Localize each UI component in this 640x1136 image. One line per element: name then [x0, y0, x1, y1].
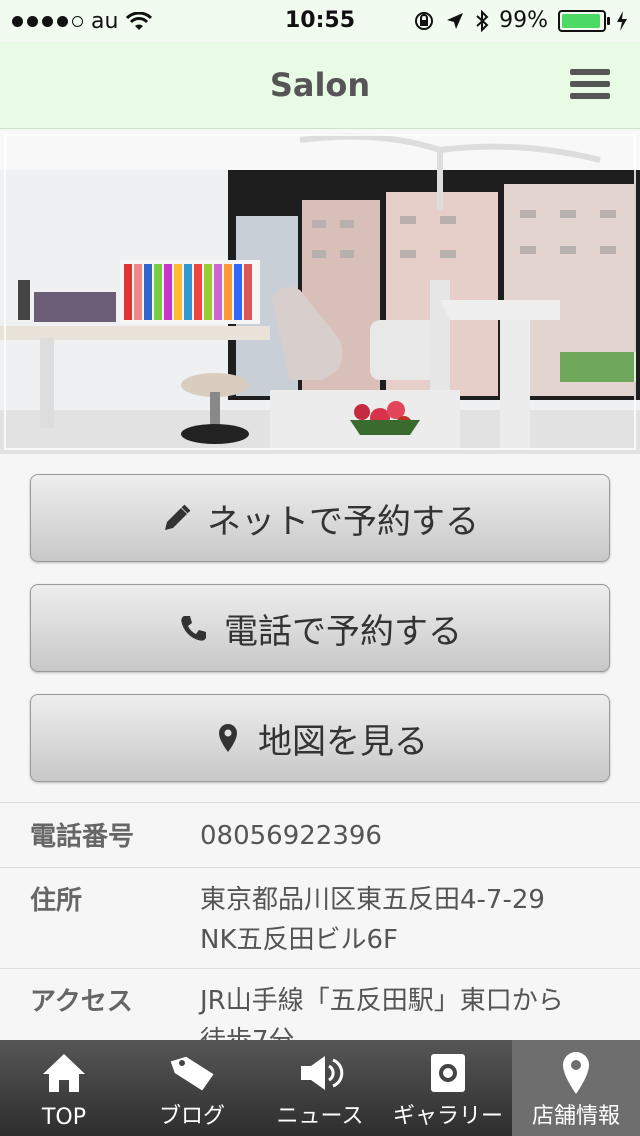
tab-shop-info[interactable]: 店舗情報: [512, 1040, 640, 1136]
tab-gallery-label: ギャラリー: [392, 1104, 503, 1129]
tag-icon: [170, 1056, 214, 1091]
navbar: Salon: [0, 42, 640, 129]
info-row-phone: 電話番号 08056922396: [0, 802, 640, 867]
salon-photo: [0, 130, 640, 454]
camera-icon: [431, 1054, 465, 1092]
map-pin-icon: [563, 1052, 589, 1094]
access-line-1: JR山手線「五反田駅」東口から: [200, 986, 564, 1016]
tab-news-label: ニュース: [276, 1104, 364, 1129]
view-map-label: 地図を見る: [258, 721, 428, 762]
reserve-phone-label: 電話で予約する: [224, 611, 462, 652]
salon-photo-illustration: [0, 130, 640, 454]
tab-news[interactable]: ニュース: [256, 1040, 384, 1136]
tab-top[interactable]: TOP: [0, 1040, 128, 1136]
map-pin-icon: [219, 724, 237, 752]
tab-blog[interactable]: ブログ: [128, 1040, 256, 1136]
location-arrow-icon: [447, 12, 464, 29]
tab-bar: TOP ブログ ニュース ギャラリー 店舗情報: [0, 1040, 640, 1136]
address-line-2: NK五反田ビル6F: [200, 925, 398, 955]
tab-gallery[interactable]: ギャラリー: [384, 1040, 512, 1136]
home-icon: [43, 1054, 85, 1092]
info-label-address: 住所: [30, 886, 83, 916]
info-label-phone: 電話番号: [30, 822, 135, 852]
bluetooth-icon: [476, 9, 489, 32]
battery-percent: 99%: [499, 8, 548, 33]
info-value-address: 東京都品川区東五反田4-7-29 NK五反田ビル6F: [200, 868, 640, 968]
address-line-1: 東京都品川区東五反田4-7-29: [200, 885, 545, 915]
info-value-phone: 08056922396: [200, 821, 382, 851]
reserve-phone-button[interactable]: 電話で予約する: [30, 584, 610, 672]
reserve-online-label: ネットで予約する: [207, 501, 479, 542]
tab-shop-info-label: 店舗情報: [531, 1104, 620, 1129]
pencil-icon: [165, 504, 191, 530]
reserve-online-button[interactable]: ネットで予約する: [30, 474, 610, 562]
view-map-button[interactable]: 地図を見る: [30, 694, 610, 782]
megaphone-icon: [301, 1056, 344, 1090]
info-row-address: 住所 東京都品川区東五反田4-7-29 NK五反田ビル6F: [0, 867, 640, 968]
status-right: 99%: [413, 8, 628, 33]
hamburger-menu-icon[interactable]: [570, 69, 610, 101]
tab-blog-label: ブログ: [158, 1104, 225, 1129]
tab-top-label: TOP: [41, 1105, 87, 1130]
battery-icon: [558, 9, 610, 32]
shop-info-table: 電話番号 08056922396 住所 東京都品川区東五反田4-7-29 NK五…: [0, 802, 640, 1069]
status-bar: au 10:55 99%: [0, 0, 640, 42]
page-title: Salon: [269, 66, 371, 104]
phone-icon: [181, 616, 206, 641]
rotation-lock-icon: [415, 11, 434, 30]
charging-icon: [617, 10, 627, 31]
